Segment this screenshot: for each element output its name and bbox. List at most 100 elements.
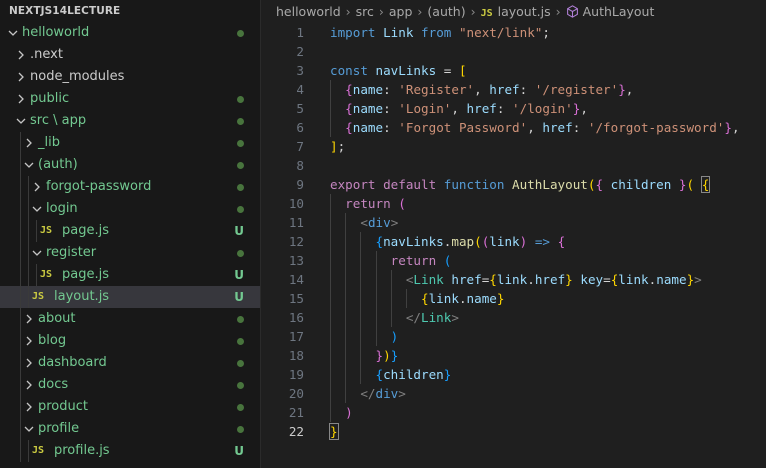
folder-item[interactable]: src \ app	[0, 110, 260, 132]
code-token: div	[375, 386, 399, 401]
folder-item[interactable]: (auth)	[0, 154, 260, 176]
tree-item-label: layout.js	[54, 289, 110, 304]
chevron-right-icon[interactable]	[14, 88, 28, 110]
line-number: 15	[288, 291, 304, 306]
folder-item[interactable]: login	[0, 198, 260, 220]
chevron-down-icon[interactable]	[6, 22, 20, 44]
breadcrumb-symbol[interactable]: AuthLayout	[583, 4, 655, 19]
breadcrumb-item[interactable]: app	[389, 4, 413, 19]
folder-item[interactable]: about	[0, 308, 260, 330]
indent-guide	[20, 220, 21, 242]
js-file-icon: JS	[32, 445, 45, 456]
cube-icon	[566, 2, 579, 26]
code-token: {	[700, 176, 711, 193]
code-token: }	[618, 82, 626, 97]
tree-item-label: src \ app	[30, 113, 87, 128]
code-token: ,	[625, 82, 634, 97]
chevron-right-icon[interactable]	[22, 132, 36, 154]
chevron-right-icon[interactable]	[14, 44, 28, 66]
folder-item[interactable]: public	[0, 88, 260, 110]
chevron-down-icon[interactable]	[22, 154, 36, 176]
file-item[interactable]: JS page.js U	[0, 220, 260, 242]
chevron-right-icon[interactable]	[14, 66, 28, 88]
indent-guide	[20, 352, 21, 374]
line-number: 5	[296, 101, 304, 116]
breadcrumb-item[interactable]: helloworld	[276, 4, 341, 19]
code-token: </	[360, 386, 376, 401]
code-token: {	[345, 101, 353, 116]
chevron-right-icon[interactable]	[22, 352, 36, 374]
indent-guide	[36, 264, 37, 286]
line-number: 3	[296, 63, 304, 78]
indent-guide	[20, 396, 21, 418]
code-token: }	[496, 291, 505, 306]
folder-item[interactable]: forgot-password	[0, 176, 260, 198]
code-token: ,	[580, 101, 588, 116]
chevron-right-icon: ›	[378, 4, 384, 19]
code-token: ;	[542, 25, 550, 40]
folder-item[interactable]: profile	[0, 418, 260, 440]
chevron-right-icon[interactable]	[30, 176, 44, 198]
tree-item-label: docs	[38, 377, 69, 392]
folder-item[interactable]: node_modules	[0, 66, 260, 88]
code-token: link	[618, 272, 649, 287]
line-number: 14	[288, 272, 304, 287]
line-number: 20	[288, 386, 304, 401]
indent-guide	[20, 330, 21, 352]
code-token: '/login'	[512, 101, 573, 116]
code-token: .	[458, 291, 467, 306]
code-token: =	[603, 272, 611, 287]
file-item[interactable]: JS profile.js U	[0, 440, 260, 462]
chevron-right-icon[interactable]	[22, 308, 36, 330]
file-item[interactable]: JS page.js U	[0, 264, 260, 286]
code-token: }	[678, 177, 687, 192]
folder-item[interactable]: dashboard	[0, 352, 260, 374]
code-token: name	[466, 291, 497, 306]
folder-item[interactable]: .next	[0, 44, 260, 66]
folder-item[interactable]: docs	[0, 374, 260, 396]
file-item[interactable]: JS layout.js U	[0, 286, 260, 308]
chevron-right-icon[interactable]	[22, 374, 36, 396]
explorer-title[interactable]: NEXTJS14LECTURE	[0, 0, 260, 22]
chevron-right-icon[interactable]	[22, 396, 36, 418]
indent-guide	[28, 264, 29, 286]
folder-item[interactable]: _lib	[0, 132, 260, 154]
indent-guide	[28, 242, 29, 264]
code-token: from	[421, 25, 452, 40]
code-token: {	[345, 120, 353, 135]
chevron-down-icon[interactable]	[30, 198, 44, 220]
js-file-icon: JS	[32, 291, 45, 302]
chevron-down-icon[interactable]	[30, 242, 44, 264]
chevron-down-icon[interactable]	[22, 418, 36, 440]
line-number: 17	[288, 329, 304, 344]
tree-item-label: about	[38, 311, 76, 326]
chevron-down-icon[interactable]	[14, 110, 28, 132]
folder-item[interactable]: blog	[0, 330, 260, 352]
folder-item[interactable]: product	[0, 396, 260, 418]
code-token: ,	[451, 101, 467, 116]
code-token: href	[451, 272, 482, 287]
line-number: 11	[288, 215, 304, 230]
line-number: 8	[296, 158, 304, 173]
folder-item[interactable]: register	[0, 242, 260, 264]
folder-item[interactable]: helloworld	[0, 22, 260, 44]
breadcrumb-file[interactable]: layout.js	[498, 4, 551, 19]
line-number: 4	[296, 82, 304, 97]
chevron-right-icon[interactable]	[22, 330, 36, 352]
code-token: {	[557, 234, 566, 249]
code-token: ,	[474, 82, 490, 97]
code-token: </	[405, 310, 421, 325]
code-token: :	[519, 82, 535, 97]
breadcrumb-item[interactable]: (auth)	[427, 4, 465, 19]
git-untracked-badge: U	[234, 268, 244, 282]
chevron-right-icon: ›	[470, 4, 476, 19]
breadcrumb-item[interactable]: src	[356, 4, 374, 19]
